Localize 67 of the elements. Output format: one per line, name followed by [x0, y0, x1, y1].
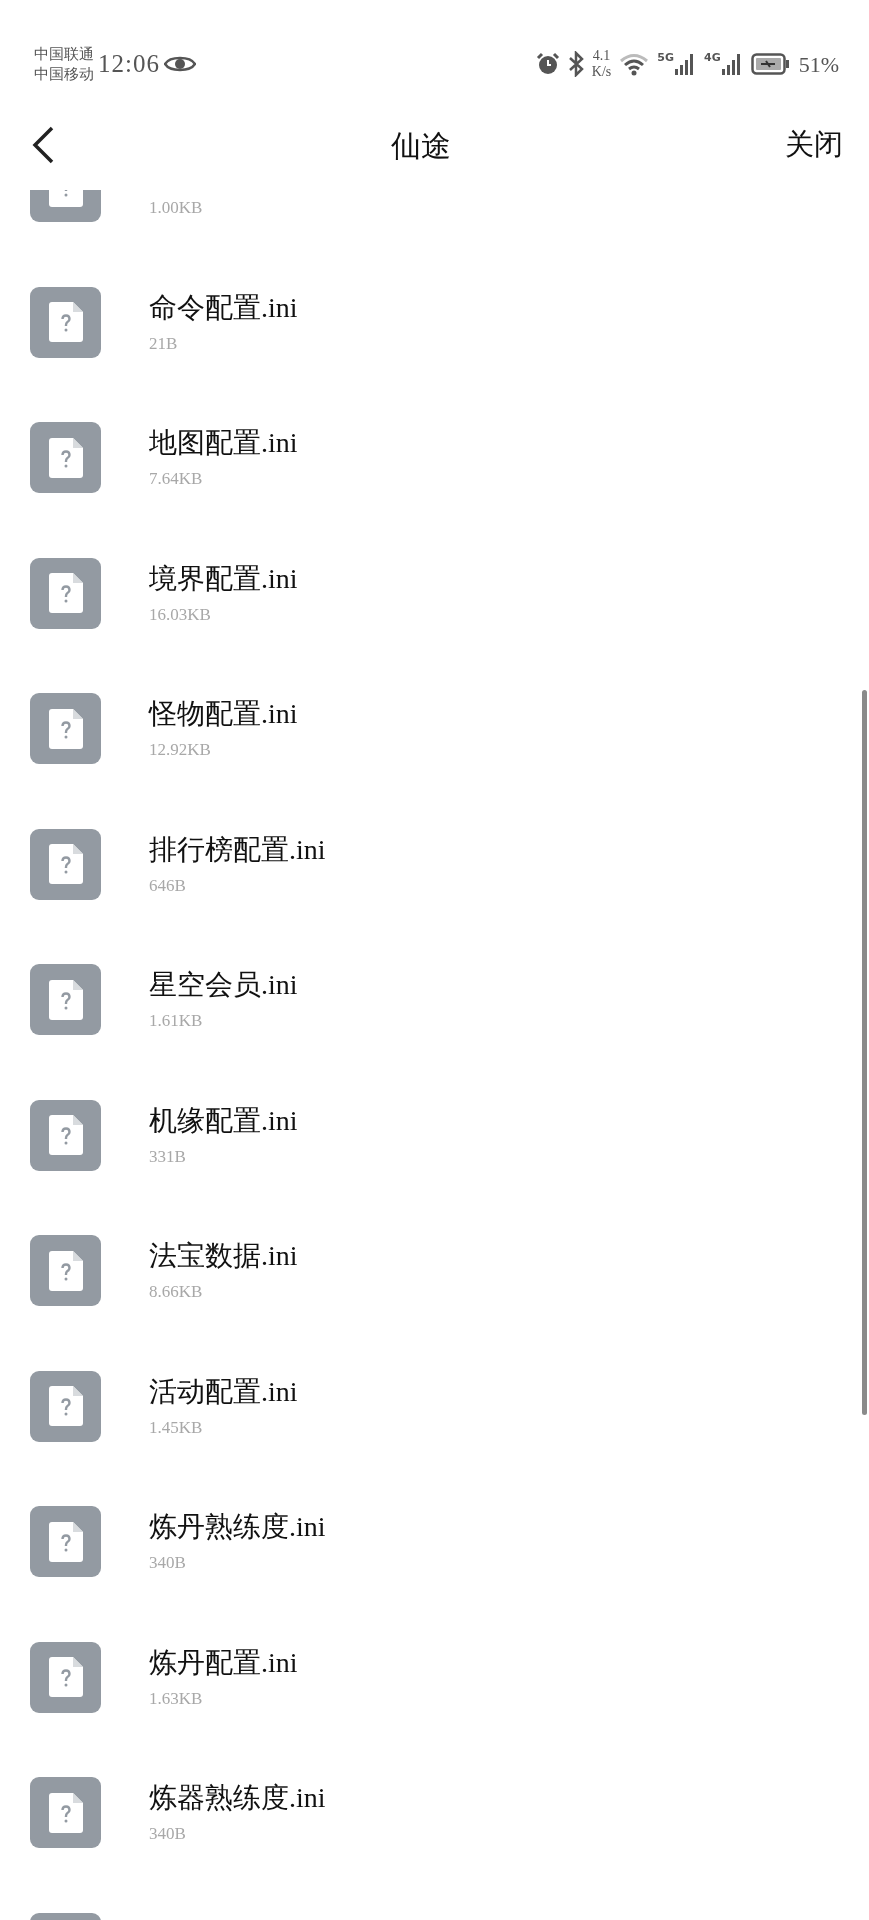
file-size: 21B	[149, 332, 179, 355]
file-item[interactable]: 法宝数据.ini 8.66KB	[0, 1203, 869, 1339]
file-item[interactable]: 排行榜配置.ini 646B	[0, 796, 869, 932]
file-icon	[30, 1099, 101, 1171]
file-name: 排行榜配置.ini	[149, 832, 326, 867]
carrier-name: 中国联通	[34, 45, 94, 64]
eye-icon	[163, 54, 196, 74]
back-button[interactable]	[30, 125, 56, 165]
file-name: 炼丹熟练度.ini	[149, 1510, 326, 1544]
signal-icon	[674, 52, 696, 76]
clock-time: 12:06	[98, 49, 160, 80]
network-type: 5G	[657, 52, 674, 63]
file-item[interactable]: 炼丹熟练度.ini 340B	[0, 1474, 869, 1610]
file-item[interactable]: 境界配置.ini 16.03KB	[0, 525, 869, 661]
file-size: 1.63KB	[149, 1687, 204, 1710]
file-name: 命令配置.ini	[149, 290, 298, 325]
battery-charging-icon	[750, 53, 791, 75]
file-item[interactable]: 地图配置.ini 7.64KB	[0, 390, 869, 526]
file-name: 机缘配置.ini	[149, 1103, 298, 1138]
file-name: 星空会员.ini	[149, 968, 298, 1002]
file-size: 1.00KB	[149, 197, 203, 219]
file-icon	[30, 557, 101, 629]
alarm-icon	[535, 52, 560, 76]
file-name: 法宝数据.ini	[149, 1239, 298, 1273]
file-size: 16.03KB	[149, 603, 212, 626]
network-speed: K/s	[591, 64, 612, 80]
battery-percent: 51%	[798, 50, 839, 79]
page-title: 仙途	[390, 127, 451, 164]
file-icon	[30, 1777, 101, 1848]
file-icon	[30, 964, 101, 1035]
bluetooth-icon	[567, 51, 584, 77]
file-icon	[30, 1641, 101, 1713]
file-size: 8.66KB	[149, 1281, 204, 1303]
file-icon	[30, 286, 101, 358]
file-name: 炼器熟练度.ini	[149, 1781, 326, 1815]
file-item[interactable]: 炼器熟练度.ini 340B	[0, 1745, 869, 1881]
file-icon	[30, 422, 101, 493]
file-size: 1.45KB	[149, 1416, 204, 1439]
file-item[interactable]: 活动配置.ini 1.45KB	[0, 1338, 869, 1474]
signal-icon	[720, 52, 743, 76]
file-item[interactable]: 炼丹配置.ini 1.63KB	[0, 1609, 869, 1745]
file-name: 怪物配置.ini	[149, 697, 298, 731]
file-name: 炼丹配置.ini	[149, 1645, 298, 1680]
file-name: 地图配置.ini	[149, 426, 298, 460]
file-size: 340B	[149, 1823, 187, 1845]
file-item[interactable]: 命令配置.ini 21B	[0, 254, 869, 390]
file-size: 7.64KB	[149, 468, 204, 490]
file-name: 活动配置.ini	[149, 1374, 298, 1409]
file-size: 12.92KB	[149, 739, 212, 761]
file-icon	[30, 1370, 101, 1442]
file-icon	[30, 1506, 101, 1577]
file-size: 340B	[149, 1552, 187, 1574]
wifi-icon	[619, 52, 650, 76]
network-speed: 4.1	[591, 48, 612, 64]
file-size: 331B	[149, 1145, 187, 1168]
close-button[interactable]: 关闭	[785, 123, 843, 167]
file-icon	[30, 693, 101, 764]
file-icon	[30, 828, 101, 900]
file-item[interactable]: 星空会员.ini 1.61KB	[0, 932, 869, 1068]
file-name: 境界配置.ini	[149, 561, 298, 596]
file-icon	[30, 1235, 101, 1306]
carrier-name: 中国移动	[34, 65, 94, 84]
file-item[interactable]: 机缘配置.ini 331B	[0, 1067, 869, 1203]
file-size: 646B	[149, 874, 187, 897]
file-size: 1.61KB	[149, 1010, 204, 1032]
file-item[interactable]: 怪物配置.ini 12.92KB	[0, 661, 869, 797]
network-type: 4G	[704, 52, 721, 63]
